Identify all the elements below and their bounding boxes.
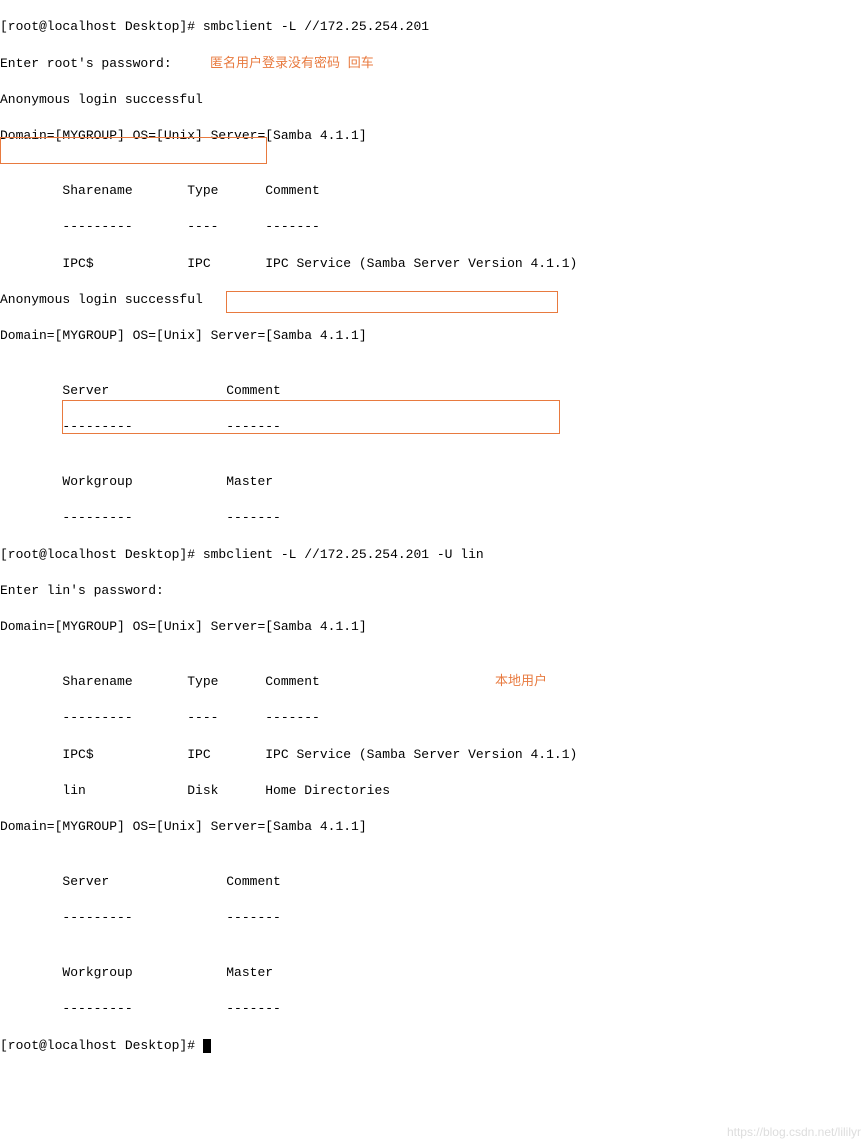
terminal-line: --------- ------- (0, 418, 866, 436)
terminal-line: --------- ------- (0, 1000, 866, 1018)
terminal-line: Enter lin's password: (0, 582, 866, 600)
terminal-line: Server Comment (0, 873, 866, 891)
annotation-local-user: 本地用户 (495, 673, 547, 691)
terminal-line: Domain=[MYGROUP] OS=[Unix] Server=[Samba… (0, 327, 866, 345)
terminal-line: Domain=[MYGROUP] OS=[Unix] Server=[Samba… (0, 127, 866, 145)
terminal-line: --------- ------- (0, 909, 866, 927)
terminal-line: Sharename Type Comment (0, 182, 866, 200)
terminal-line: --------- ---- ------- (0, 709, 866, 727)
terminal-line: lin Disk Home Directories (0, 782, 866, 800)
prompt-line[interactable]: [root@localhost Desktop]# (0, 1037, 866, 1055)
terminal-line: Anonymous login successful (0, 291, 866, 309)
prompt-text: [root@localhost Desktop]# (0, 1038, 203, 1053)
watermark-text: https://blog.csdn.net/lililyr (727, 1124, 861, 1141)
annotation-anon: 匿名用户登录没有密码 回车 (210, 55, 374, 73)
terminal-line: --------- ---- ------- (0, 218, 866, 236)
terminal-line: Enter root's password: 匿名用户登录没有密码 回车 (0, 55, 866, 73)
sharename-header: Sharename Type Comment (0, 674, 320, 689)
terminal-line: IPC$ IPC IPC Service (Samba Server Versi… (0, 746, 866, 764)
terminal-line: Workgroup Master (0, 473, 866, 491)
cursor-icon (203, 1039, 211, 1053)
terminal-line: Workgroup Master (0, 964, 866, 982)
terminal-line: [root@localhost Desktop]# smbclient -L /… (0, 18, 866, 36)
terminal-line: IPC$ IPC IPC Service (Samba Server Versi… (0, 255, 866, 273)
terminal-line: [root@localhost Desktop]# smbclient -L /… (0, 546, 866, 564)
terminal-line: Anonymous login successful (0, 91, 866, 109)
terminal-line: Server Comment (0, 382, 866, 400)
terminal-line: Domain=[MYGROUP] OS=[Unix] Server=[Samba… (0, 618, 866, 636)
terminal-line: --------- ------- (0, 509, 866, 527)
terminal-line: Sharename Type Comment 本地用户 (0, 673, 866, 691)
terminal-output[interactable]: [root@localhost Desktop]# smbclient -L /… (0, 0, 866, 1146)
password-prompt: Enter root's password: (0, 56, 179, 71)
terminal-line: Domain=[MYGROUP] OS=[Unix] Server=[Samba… (0, 818, 866, 836)
